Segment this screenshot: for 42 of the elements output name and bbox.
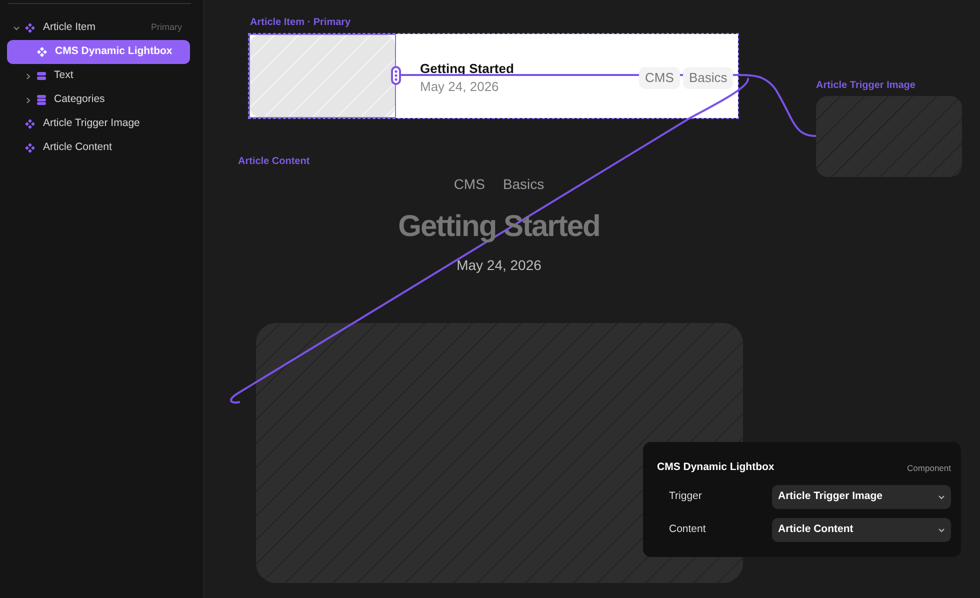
card-date: May 24, 2026 — [420, 78, 499, 96]
card-title: Getting Started — [420, 60, 514, 78]
frame-label: Article Trigger Image — [816, 79, 916, 93]
component-icon — [25, 23, 35, 33]
database-icon — [37, 71, 46, 81]
tree-label: Article Item — [43, 20, 96, 36]
tree-label: CMS Dynamic Lightbox — [55, 44, 172, 60]
chevron-right-icon[interactable] — [24, 96, 32, 104]
field-label: Trigger — [668, 488, 703, 504]
database-icon — [37, 95, 46, 105]
field-label: Content — [668, 522, 707, 537]
tree-label: Categories — [54, 92, 105, 108]
tree-item[interactable]: CMS Dynamic Lightbox — [7, 40, 190, 64]
article-heading: Getting Started — [397, 209, 601, 245]
select-field[interactable]: Article Trigger Image — [772, 484, 951, 509]
tree-item[interactable]: Text — [7, 64, 190, 88]
tag: Basics — [502, 174, 544, 195]
chevron-down-icon[interactable] — [12, 24, 20, 32]
chevron-down-icon — [938, 494, 945, 500]
select-field[interactable]: Article Content — [772, 518, 951, 542]
tree-label: Article Content — [43, 140, 112, 156]
tree-item[interactable]: Article Item Primary — [7, 16, 190, 40]
tree-type-label: Primary — [151, 21, 182, 34]
tag: CMS — [639, 67, 680, 88]
tree-item[interactable]: Article Trigger Image — [7, 112, 190, 136]
component-icon — [37, 47, 47, 57]
tree-item[interactable]: Article Content — [7, 136, 190, 160]
article-date: May 24, 2026 — [456, 256, 542, 275]
chevron-right-icon[interactable] — [24, 72, 32, 80]
frame-label: Article Item · Primary — [250, 16, 351, 30]
tag: Basics — [683, 67, 734, 88]
panel-type: Component — [907, 462, 951, 474]
tree-label: Article Trigger Image — [43, 116, 140, 132]
tree-item[interactable]: Categories — [7, 88, 190, 112]
component-icon — [25, 119, 35, 129]
chevron-down-icon — [938, 526, 945, 533]
tree-label: Text — [54, 68, 74, 84]
tag: CMS — [454, 174, 485, 195]
connector-handle[interactable] — [391, 66, 401, 85]
component-icon — [25, 143, 35, 153]
frame-label: Article Content — [238, 155, 310, 169]
panel-title: CMS Dynamic Lightbox — [657, 460, 774, 475]
